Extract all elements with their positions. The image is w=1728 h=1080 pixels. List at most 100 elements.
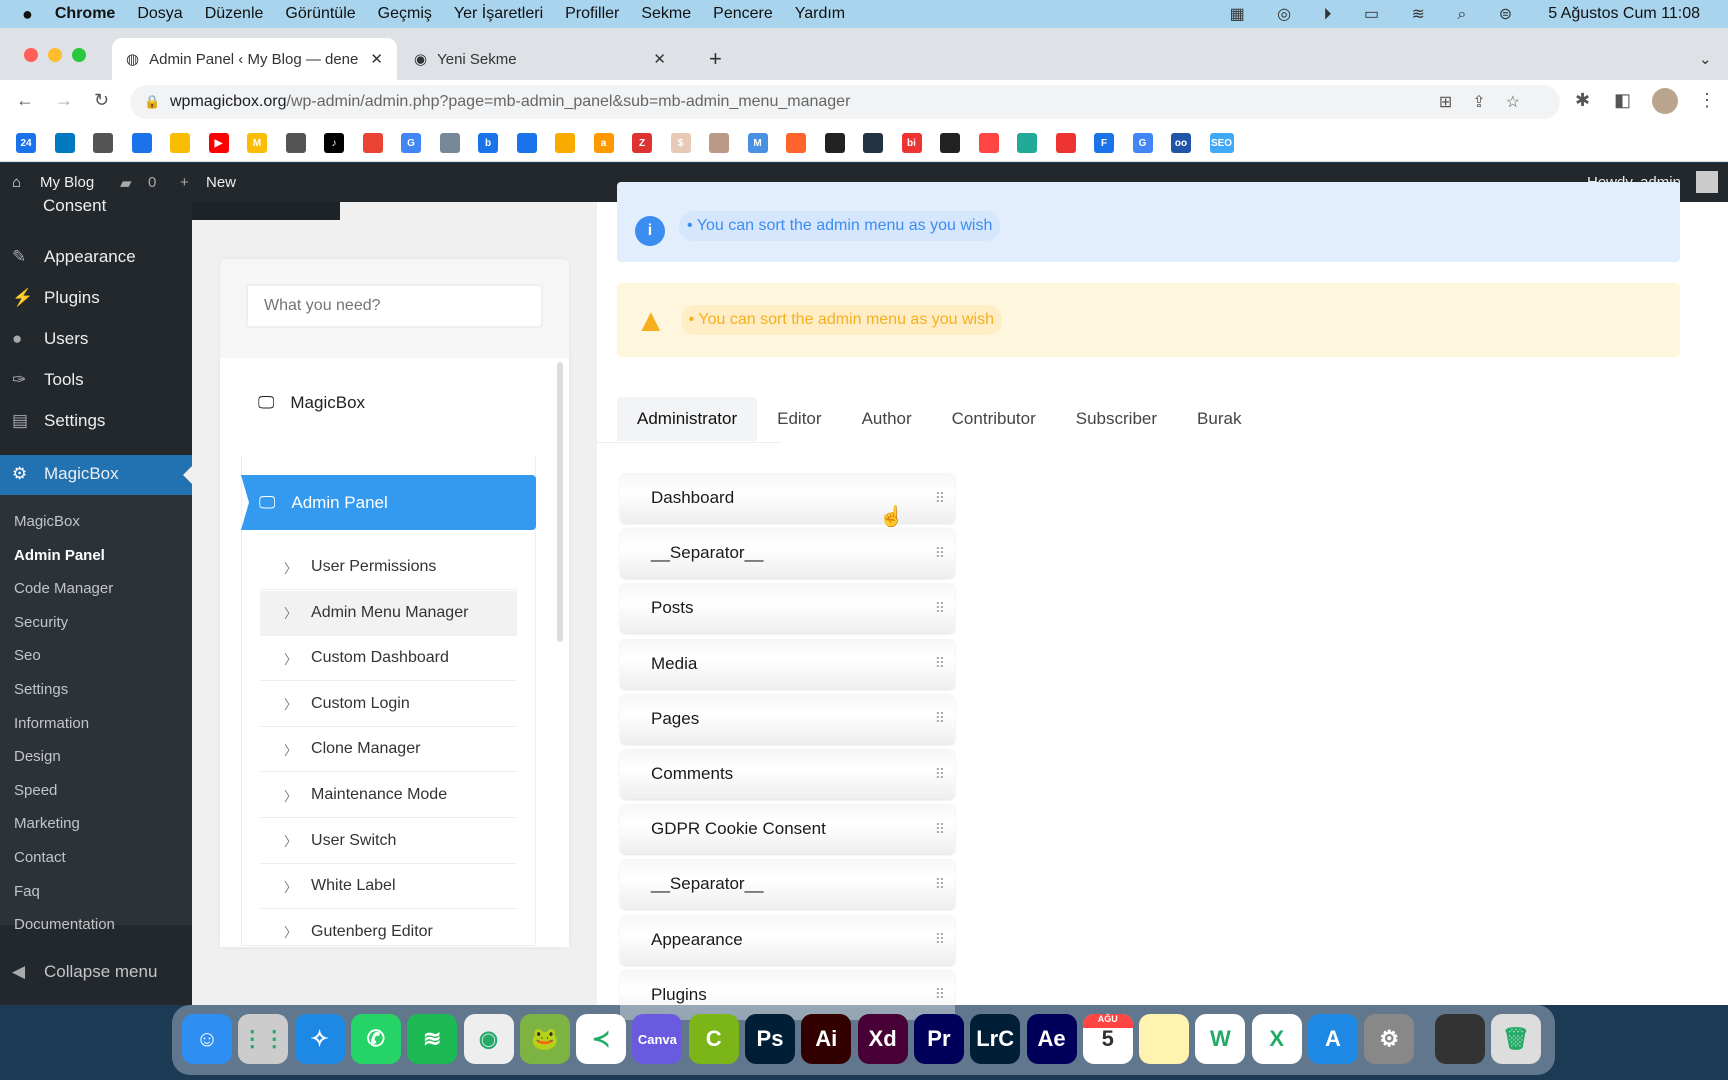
close-tab-icon[interactable]: ✕ <box>370 50 383 68</box>
bookmark-icon[interactable] <box>54 133 75 153</box>
submenu-item[interactable]: Seo <box>14 647 41 664</box>
sidebar-item-magicbox[interactable]: ⚙ MagicBox <box>0 455 192 495</box>
bookmark-icon[interactable] <box>131 133 152 153</box>
subnav-item[interactable]: 〉 Admin Menu Manager <box>260 590 517 636</box>
subnav-item[interactable]: 〉 Clone Manager <box>260 727 517 773</box>
maximize-window-button[interactable] <box>72 48 86 62</box>
status-icons[interactable]: ▦ ◎ ⏵ ▭ ≋ ⌕ ⊜ <box>1230 4 1527 24</box>
dock-app-icon[interactable]: 🗑 <box>1490 1014 1541 1064</box>
menu-app-name[interactable]: Chrome <box>55 5 115 23</box>
menu-item[interactable]: Yer İşaretleri <box>454 5 543 23</box>
role-tab[interactable]: Burak <box>1177 397 1261 441</box>
bookmark-icon[interactable] <box>978 133 999 153</box>
tab-new[interactable]: ◉ Yeni Sekme ✕ <box>400 38 680 80</box>
close-window-button[interactable] <box>24 48 38 62</box>
subnav-item[interactable]: 〉 User Permissions <box>260 545 517 590</box>
dock-app-icon[interactable]: Canva <box>632 1014 683 1064</box>
dock-app-icon[interactable]: X <box>1251 1014 1302 1064</box>
menu-sort-item[interactable]: Comments ⠿ <box>620 749 955 799</box>
bookmark-icon[interactable]: 24 <box>16 133 36 153</box>
lock-icon[interactable]: 🔒 <box>144 94 160 110</box>
bookmark-icon[interactable]: a <box>593 133 614 153</box>
role-tab[interactable]: Administrator <box>617 397 758 441</box>
drag-handle-icon[interactable]: ⠿ <box>935 545 945 562</box>
submenu-item[interactable]: Speed <box>14 782 57 799</box>
sidebar-item-plugins[interactable]: ⚡ Plugins <box>12 288 100 308</box>
menu-sort-item[interactable]: __Separator__ ⠿ <box>620 859 955 910</box>
page-scroll-gutter[interactable] <box>1697 202 1728 1005</box>
bookmark-icon[interactable]: ▶ <box>208 133 229 153</box>
dock-app-icon[interactable]: ☺ <box>182 1014 232 1064</box>
menu-item[interactable]: Sekme <box>641 5 691 23</box>
menu-item[interactable]: Görüntüle <box>285 5 355 23</box>
bookmark-icon[interactable] <box>516 133 537 153</box>
role-tab[interactable]: Editor <box>757 397 841 441</box>
drag-handle-icon[interactable]: ⠿ <box>935 655 945 672</box>
role-tab[interactable]: Contributor <box>932 397 1056 441</box>
menu-sort-item[interactable]: Pages ⠿ <box>620 693 955 744</box>
submenu-item[interactable]: Marketing <box>14 815 80 832</box>
dock-app-icon[interactable]: A <box>1308 1014 1358 1064</box>
tab-list-chevron-icon[interactable]: ⌄ <box>1685 38 1726 80</box>
url-bar[interactable]: 🔒 wpmagicbox.org/wp-admin/admin.php?page… <box>130 85 1560 119</box>
reload-icon[interactable]: ↻ <box>94 90 109 111</box>
minimize-window-button[interactable] <box>48 48 62 62</box>
drag-handle-icon[interactable]: ⠿ <box>935 600 945 617</box>
menu-item[interactable]: Düzenle <box>205 5 264 23</box>
dock-app-icon[interactable]: ⋮⋮ <box>238 1014 289 1064</box>
more-menu-icon[interactable]: ⋮ <box>1698 90 1716 111</box>
user-avatar[interactable] <box>1696 171 1718 193</box>
dock-app-icon[interactable] <box>1139 1014 1190 1064</box>
sidebar-item-settings[interactable]: ▤ Settings <box>12 411 105 431</box>
bookmark-icon[interactable] <box>362 133 383 153</box>
comment-count[interactable]: 0 <box>148 174 156 191</box>
bookmark-icon[interactable] <box>1055 133 1076 153</box>
bookmark-icon[interactable] <box>786 133 806 153</box>
menu-sort-item[interactable]: __Separator__ ⠿ <box>620 528 955 579</box>
menu-item[interactable]: Yardım <box>795 5 845 23</box>
submenu-item[interactable]: Admin Panel <box>14 547 105 564</box>
new-content-link[interactable]: New <box>206 174 236 191</box>
bookmark-icon[interactable]: G <box>1132 133 1153 153</box>
dock-app-icon[interactable] <box>1434 1014 1485 1064</box>
menu-sort-item[interactable]: Posts ⠿ <box>620 583 955 634</box>
menu-sort-item[interactable]: Dashboard ⠿ <box>620 473 955 523</box>
search-input[interactable] <box>246 284 543 328</box>
drag-handle-icon[interactable]: ⠿ <box>935 710 945 727</box>
bookmark-icon[interactable] <box>1017 133 1037 153</box>
nav-item-magicbox[interactable]: 🖵 MagicBox <box>258 393 365 413</box>
forward-icon[interactable]: → <box>55 90 73 111</box>
nav-item-admin-panel[interactable]: 🖵 Admin Panel <box>241 475 536 530</box>
menu-item[interactable]: Profiller <box>565 5 619 23</box>
menu-item[interactable]: Pencere <box>713 5 773 23</box>
sidebar-item-users[interactable]: ● Users <box>12 329 88 349</box>
menu-item[interactable]: Dosya <box>137 5 182 23</box>
drag-handle-icon[interactable]: ⠿ <box>935 876 945 893</box>
drag-handle-icon[interactable]: ⠿ <box>935 986 945 1003</box>
bookmark-icon[interactable] <box>709 133 729 153</box>
subnav-item[interactable]: 〉 User Switch <box>260 819 517 864</box>
dock-app-icon[interactable]: Ps <box>745 1014 795 1064</box>
dock-app-icon[interactable]: ≋ <box>407 1014 458 1064</box>
bookmark-icon[interactable]: ♪ <box>324 133 344 153</box>
submenu-item[interactable]: Faq <box>14 883 40 900</box>
subnav-item[interactable]: 〉 Custom Dashboard <box>260 636 517 682</box>
bookmark-icon[interactable]: b <box>478 133 498 153</box>
drag-handle-icon[interactable]: ⠿ <box>935 766 945 783</box>
bookmark-icon[interactable] <box>285 133 306 153</box>
site-name-link[interactable]: My Blog <box>40 174 94 191</box>
dock-app-icon[interactable]: ◉ <box>463 1014 514 1064</box>
dock-app-icon[interactable]: Pr <box>913 1014 964 1064</box>
dock-app-icon[interactable]: C <box>688 1014 739 1064</box>
sidebar-item-appearance[interactable]: ✎ Appearance <box>12 247 136 267</box>
subnav-item[interactable]: 〉 Gutenberg Editor <box>260 910 517 955</box>
menu-sort-item[interactable]: Appearance ⠿ <box>620 914 955 965</box>
drag-handle-icon[interactable]: ⠿ <box>935 931 945 948</box>
dock-app-icon[interactable]: Ae <box>1026 1014 1077 1064</box>
close-tab-icon[interactable]: ✕ <box>653 50 666 68</box>
bookmark-icon[interactable]: $ <box>670 133 691 153</box>
translate-share-star-icons[interactable]: ⊞⇪☆ <box>1439 92 1540 112</box>
menu-item[interactable]: Geçmiş <box>378 5 432 23</box>
collapse-menu-button[interactable]: ◀ Collapse menu <box>12 962 157 982</box>
scrollbar[interactable] <box>557 362 563 642</box>
